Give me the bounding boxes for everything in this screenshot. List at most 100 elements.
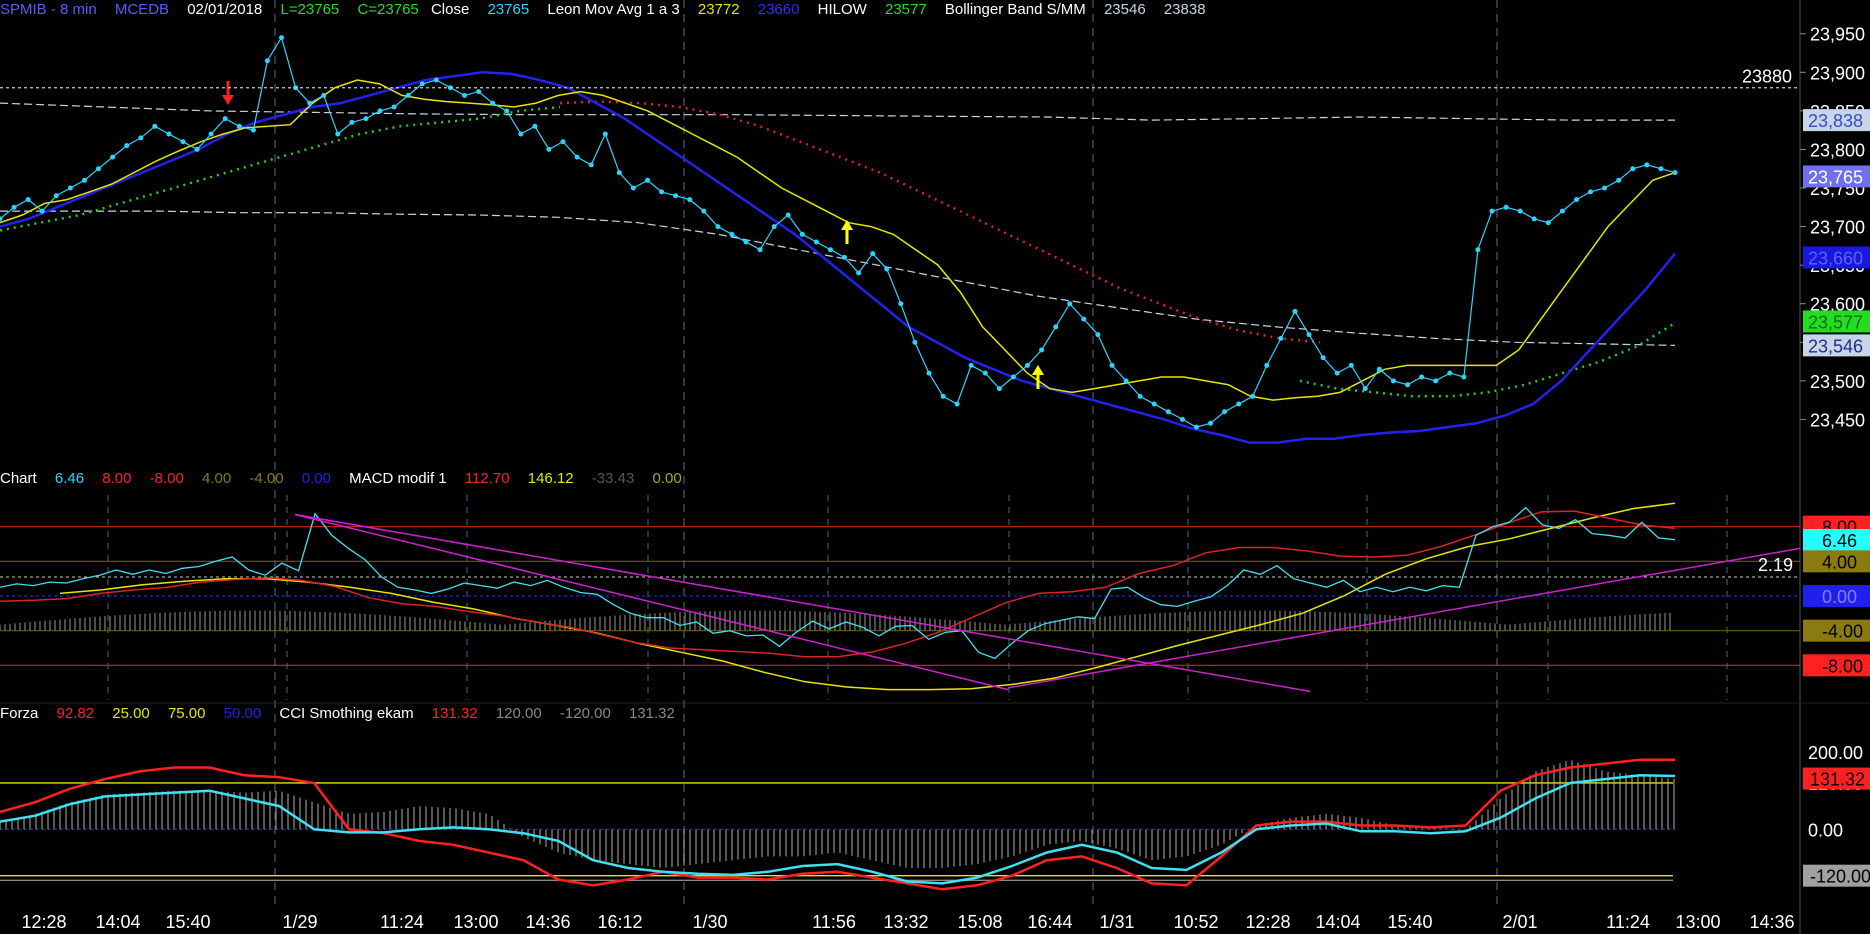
macd-label: MACD modif 1	[349, 470, 447, 487]
bollinger-value-1: 23546	[1103, 1, 1146, 18]
close-point	[96, 166, 101, 172]
close-point	[1672, 170, 1678, 176]
close-point	[1109, 362, 1115, 368]
close-point	[940, 393, 946, 399]
time-label: 10:52	[1173, 912, 1218, 932]
price-tag-label: 23,765	[1808, 167, 1863, 187]
chart-value-2: 8.00	[102, 470, 132, 487]
close-point	[476, 89, 482, 95]
close-point	[1362, 386, 1368, 392]
close-point	[1391, 378, 1396, 384]
time-axis[interactable]: 12:28 14:04 15:40 1/29 11:24 13:00 14:36 16:12 1…	[21, 912, 1794, 932]
bollinger-value-2: 23838	[1163, 1, 1206, 18]
close-point	[152, 123, 158, 129]
close-point	[236, 123, 242, 129]
time-label: 1/29	[282, 912, 317, 932]
forza-panel-header: Forza 92.82 25.00 75.00 50.00 CCI Smothi…	[0, 705, 689, 725]
close-point	[11, 204, 17, 210]
time-label: 2/01	[1502, 912, 1537, 932]
close-point	[532, 123, 538, 129]
price-tag-label: 23,660	[1808, 248, 1863, 268]
close-point	[616, 170, 622, 176]
close-point	[1517, 208, 1523, 214]
close-point	[462, 92, 467, 98]
close-value: 23765	[487, 1, 530, 18]
close-point	[588, 162, 594, 168]
time-label: 1/30	[692, 912, 727, 932]
leon-label: Leon Mov Avg 1 a 3	[547, 1, 680, 18]
close-point	[250, 127, 256, 133]
macd-tag-label: 0.00	[1822, 587, 1857, 607]
close-point	[602, 131, 608, 137]
price-tick-label: 23,900	[1810, 63, 1865, 83]
close-point	[138, 135, 144, 141]
close-point	[1264, 362, 1270, 368]
close-point	[1489, 208, 1495, 214]
close-point	[1616, 177, 1622, 183]
close-point	[870, 251, 876, 257]
price-tick-label: 23,700	[1810, 218, 1865, 238]
time-label: 16:44	[1027, 912, 1072, 932]
cci-value-3: -120.00	[559, 705, 611, 722]
forza-label: Forza	[0, 705, 39, 722]
close-point	[1447, 370, 1453, 376]
close-point	[1025, 362, 1030, 368]
time-label: 13:32	[883, 912, 928, 932]
close-point	[813, 239, 819, 245]
macd-tag-label: -4.00	[1822, 622, 1863, 642]
time-label: 14:04	[95, 912, 140, 932]
close-point	[1010, 374, 1016, 380]
close-point	[1433, 378, 1439, 384]
chart-indicator-label: Chart	[0, 470, 37, 487]
close-point	[39, 208, 45, 214]
close-point	[1123, 378, 1129, 384]
close-point	[1151, 401, 1157, 407]
close-point	[124, 143, 130, 149]
cci-tick-label: 200.00	[1808, 743, 1863, 763]
time-label: 15:08	[957, 912, 1002, 932]
price-tag-label: 23,577	[1808, 312, 1863, 332]
time-label: 14:36	[1749, 912, 1794, 932]
close-point	[349, 119, 355, 125]
close-point	[1137, 393, 1143, 399]
close-point	[898, 301, 904, 307]
macd-panel-header: Chart 6.46 8.00 -8.00 4.00 -4.00 0.00 MA…	[0, 470, 696, 490]
reference-line-label: 23880	[1742, 67, 1792, 87]
macd-value-2: 146.12	[527, 470, 574, 487]
close-point	[321, 92, 327, 98]
close-point	[377, 108, 383, 114]
macd-tag-label: -8.00	[1822, 656, 1863, 676]
close-point	[1306, 332, 1312, 338]
macd-tag-label: 4.00	[1822, 552, 1857, 572]
close-point	[1602, 185, 1608, 191]
trading-chart[interactable]: 23880 2.19 23,95023,90023,85023,80023,75…	[0, 0, 1870, 934]
close-point	[1348, 362, 1354, 368]
chart-value-5: -4.00	[249, 470, 284, 487]
forza-value-4: 50.00	[223, 705, 262, 722]
close-point	[659, 189, 665, 195]
close-point	[1193, 424, 1199, 430]
forza-value-2: 25.00	[112, 705, 150, 722]
close-point	[1278, 335, 1284, 341]
close-point	[405, 92, 411, 98]
close-point	[1095, 332, 1101, 338]
close-point	[715, 224, 721, 230]
time-label: 15:40	[165, 912, 210, 932]
close-point	[1067, 301, 1073, 307]
close-point	[166, 131, 172, 137]
price-tag-label: 23,838	[1808, 111, 1863, 131]
close-point	[912, 339, 918, 345]
close-point	[926, 370, 932, 376]
close-point	[673, 193, 679, 199]
close-point	[1531, 216, 1537, 222]
close-point	[1644, 162, 1650, 168]
bollinger-label: Bollinger Band S/MM	[944, 1, 1086, 18]
close-point	[1574, 197, 1579, 203]
close-point	[1545, 220, 1551, 226]
close-point	[504, 108, 510, 114]
close-point	[701, 208, 707, 214]
close-point	[82, 177, 87, 183]
close-point	[954, 401, 960, 407]
time-label: 11:24	[380, 912, 424, 932]
time-label: 15:40	[1387, 912, 1432, 932]
